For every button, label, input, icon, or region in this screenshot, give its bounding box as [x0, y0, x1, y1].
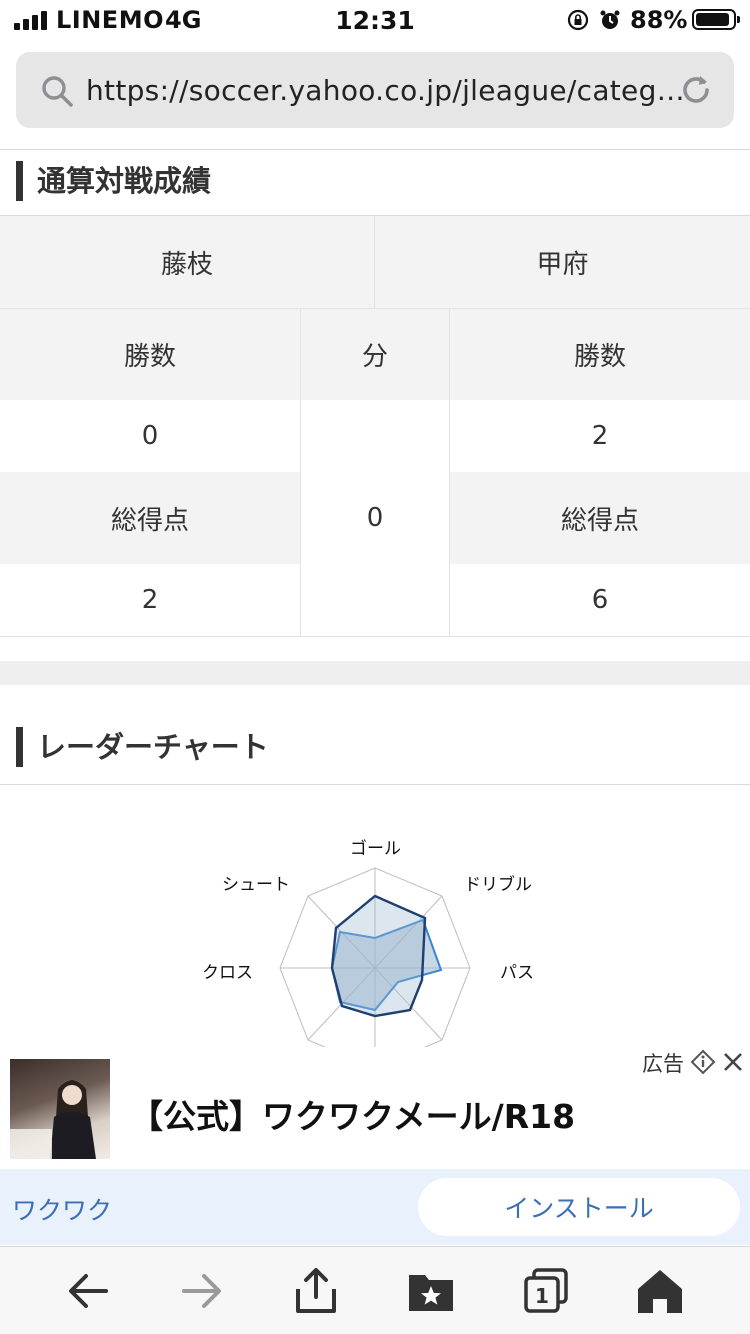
- tab-count: 1: [535, 1284, 549, 1308]
- radar-axis-label: パス: [500, 963, 534, 983]
- section-gap: [0, 661, 750, 685]
- wins-home-value: 0: [0, 400, 300, 472]
- radar-section-title: レーダーチャート: [16, 727, 269, 767]
- team-away-name: 甲府: [375, 216, 750, 308]
- wins-away-value: 2: [450, 400, 750, 472]
- team-home-name: 藤枝: [0, 216, 375, 308]
- orientation-lock-icon: [567, 9, 589, 31]
- draw-header: 分: [300, 308, 450, 400]
- tabs-icon[interactable]: 1: [522, 1267, 570, 1315]
- wins-header-home: 勝数: [0, 308, 300, 400]
- ad-label: 広告: [642, 1052, 684, 1076]
- ad-action-bar: ワクワク インストール: [0, 1169, 750, 1245]
- search-icon: [42, 76, 73, 107]
- ad-title[interactable]: 【公式】ワクワクメール/R18: [130, 1090, 575, 1138]
- radar-chart: ゴール ドリブル パス クロス シュート: [180, 820, 570, 1050]
- radar-series-dark: [330, 894, 427, 1018]
- back-icon[interactable]: [64, 1267, 112, 1315]
- ad-info-icon[interactable]: [690, 1049, 716, 1075]
- radar-axis-label: クロス: [202, 963, 253, 983]
- browser-toolbar: 1: [0, 1246, 750, 1334]
- close-icon[interactable]: [722, 1051, 744, 1073]
- bookmarks-icon[interactable]: [407, 1267, 455, 1315]
- home-icon[interactable]: [636, 1267, 684, 1315]
- address-bar[interactable]: https://soccer.yahoo.co.jp/jleague/categ…: [16, 52, 734, 128]
- goals-header-home: 総得点: [0, 472, 300, 564]
- status-bar: LINEMO 4G 12:31 88%: [0, 0, 750, 42]
- radar-axis-label: ゴール: [350, 839, 401, 859]
- install-button[interactable]: インストール: [418, 1178, 740, 1236]
- divider: [0, 784, 750, 785]
- radar-axis-label: シュート: [222, 875, 290, 895]
- battery-percentage: 88%: [630, 6, 688, 34]
- ad-image[interactable]: [10, 1059, 110, 1159]
- goals-away-value: 6: [450, 564, 750, 636]
- record-section-title: 通算対戦成績: [16, 161, 211, 201]
- divider: [0, 149, 750, 150]
- goals-header-away: 総得点: [450, 472, 750, 564]
- reload-icon[interactable]: [678, 72, 714, 108]
- draws-value: 0: [300, 400, 450, 636]
- ad-brand[interactable]: ワクワク: [12, 1191, 112, 1227]
- ad-thumbnail-graphic: [10, 1080, 96, 1159]
- share-icon[interactable]: [292, 1267, 340, 1315]
- ad-badge: 広告: [634, 1044, 750, 1080]
- forward-icon[interactable]: [178, 1267, 226, 1315]
- divider: [0, 636, 750, 637]
- url-text[interactable]: https://soccer.yahoo.co.jp/jleague/categ…: [86, 74, 685, 107]
- goals-home-value: 2: [0, 564, 300, 636]
- battery-icon: [692, 9, 740, 30]
- radar-axis-label: ドリブル: [464, 875, 532, 895]
- alarm-icon: [600, 10, 620, 29]
- wins-header-away: 勝数: [450, 308, 750, 400]
